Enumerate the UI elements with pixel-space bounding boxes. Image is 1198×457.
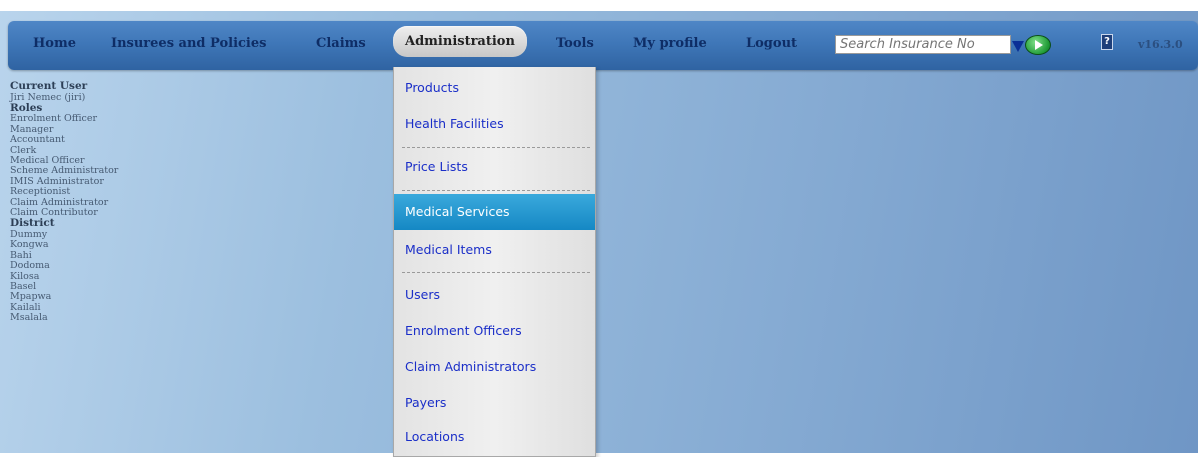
current-user-header: Current User [10,80,88,92]
go-button[interactable] [1025,35,1051,55]
district-item: Dodoma [10,260,50,272]
menu-item-claim-administrators[interactable]: Claim Administrators [394,349,595,385]
menu-item-health-facilities[interactable]: Health Facilities [394,106,595,142]
nav-home[interactable]: Home [33,36,76,51]
district-item: Kilosa [10,270,40,282]
menu-item-enrolment-officers[interactable]: Enrolment Officers [394,313,595,349]
nav-insurees-and-policies[interactable]: Insurees and Policies [111,36,266,51]
administration-dropdown-menu: Products Health Facilities Price Lists M… [393,67,596,457]
menu-item-locations[interactable]: Locations [394,419,595,455]
nav-tools[interactable]: Tools [556,36,594,51]
menu-divider [402,147,590,148]
menu-divider [402,190,590,191]
play-icon [1035,40,1043,50]
nav-claims[interactable]: Claims [316,36,366,51]
dropdown-arrow-icon[interactable] [1012,41,1024,52]
menu-item-medical-services[interactable]: Medical Services [394,194,595,230]
nav-my-profile[interactable]: My profile [633,36,707,51]
menu-item-price-lists[interactable]: Price Lists [394,149,595,185]
top-strip [0,0,1198,11]
menu-divider [402,272,590,273]
menu-item-users[interactable]: Users [394,277,595,313]
menu-item-products[interactable]: Products [394,70,595,106]
top-navbar: Home Insurees and Policies Claims Admini… [8,21,1198,70]
nav-administration[interactable]: Administration [393,26,527,57]
menu-item-medical-items[interactable]: Medical Items [394,232,595,268]
district-item: Kongwa [10,239,49,251]
search-input[interactable] [835,35,1011,54]
role-item: Accountant [10,134,65,146]
version-label: v16.3.0 [1138,38,1183,51]
nav-logout[interactable]: Logout [746,36,797,51]
district-item: Msalala [10,312,48,324]
menu-item-payers[interactable]: Payers [394,385,595,421]
help-icon[interactable]: ? [1101,34,1113,50]
user-info-panel: Current User Jiri Nemec (jiri) Roles Enr… [10,80,210,324]
